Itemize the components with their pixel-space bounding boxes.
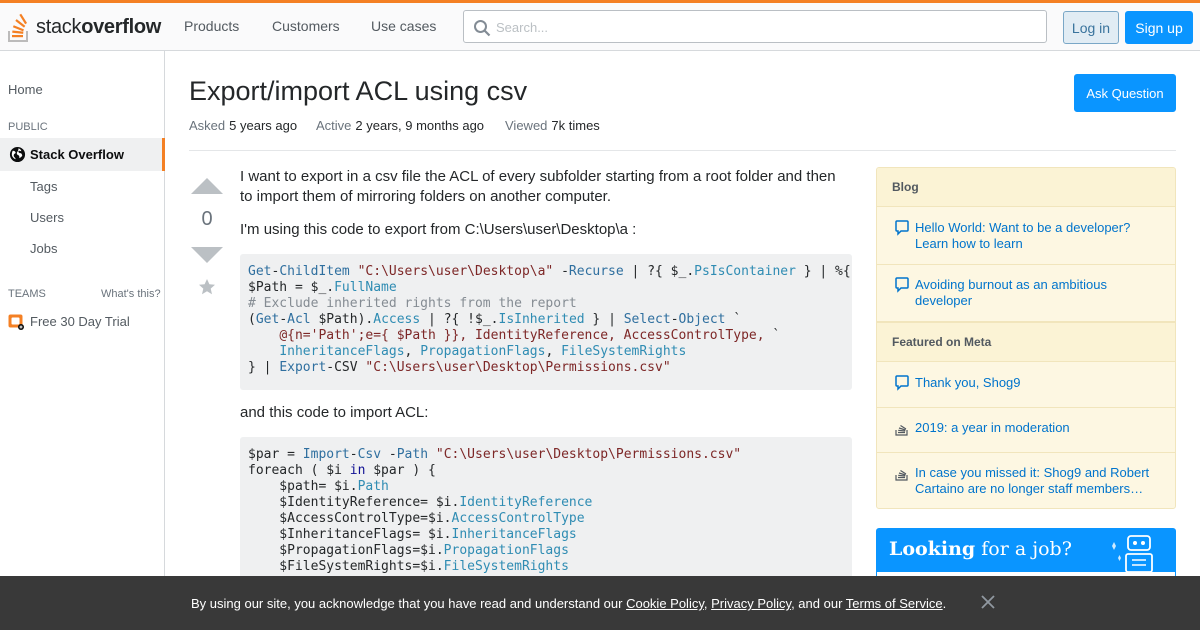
sidebar-item-jobs[interactable]: Jobs	[30, 241, 57, 256]
import-code-block: $par = Import-Csv -Path "C:\Users\user\D…	[240, 437, 852, 587]
question-title[interactable]: Export/import ACL using csv	[189, 76, 527, 107]
blog-meta-widget: Blog Hello World: Want to be a developer…	[876, 167, 1176, 509]
privacy-policy-link[interactable]: Privacy Policy	[711, 596, 791, 611]
upvote-arrow-icon[interactable]	[191, 177, 223, 195]
top-bar: stackoverflow Products Customers Use cas…	[0, 0, 1200, 51]
active-meta: Active 2 years, 9 months ago	[316, 118, 485, 133]
site-logo[interactable]: stackoverflow	[8, 11, 161, 43]
bookmark-star-icon[interactable]	[198, 278, 216, 296]
export-code-block: Get-ChildItem "C:\Users\user\Desktop\a" …	[240, 254, 852, 390]
blog-post-icon	[895, 277, 909, 293]
question-paragraph-2: I'm using this code to export from C:\Us…	[240, 221, 637, 238]
sidebar-item-free-trial[interactable]: Free 30 Day Trial	[8, 312, 130, 330]
globe-icon	[9, 146, 26, 163]
search-box[interactable]	[463, 10, 1047, 43]
stack-exchange-meta-icon	[895, 424, 908, 436]
robot-illustration-icon	[1112, 535, 1153, 573]
blog-heading: Blog	[877, 168, 1175, 207]
vote-count: 0	[201, 208, 213, 230]
blog-post-icon	[895, 220, 909, 236]
cookie-text: By using our site, you acknowledge that …	[191, 596, 947, 611]
sidebar-item-users[interactable]: Users	[30, 210, 64, 225]
search-input[interactable]	[496, 17, 1036, 37]
whats-this-link[interactable]: What's this?	[101, 288, 161, 300]
close-icon[interactable]	[981, 595, 995, 609]
cookie-banner: By using our site, you acknowledge that …	[0, 576, 1200, 630]
meta-post-icon	[895, 375, 909, 391]
asked-meta: Asked 5 years ago	[189, 118, 298, 133]
stack-exchange-meta-icon	[895, 469, 908, 481]
job-ad-title: Looking for a job?	[889, 538, 1072, 560]
sidebar-item-home[interactable]: Home	[8, 82, 43, 97]
cookie-policy-link[interactable]: Cookie Policy	[626, 596, 704, 611]
sidebar-item-tags[interactable]: Tags	[30, 179, 57, 194]
blog-item[interactable]: Avoiding burnout as an ambitious develop…	[877, 265, 1175, 322]
featured-meta-heading: Featured on Meta	[877, 322, 1175, 362]
sidebar-item-stack-overflow[interactable]: Stack Overflow	[0, 138, 165, 171]
viewed-meta: Viewed 7k times	[505, 118, 600, 133]
signup-button[interactable]: Sign up	[1125, 11, 1193, 44]
stack-overflow-logo-icon	[8, 13, 28, 42]
downvote-arrow-icon[interactable]	[191, 246, 223, 264]
search-icon	[474, 20, 491, 37]
nav-products[interactable]: Products	[184, 18, 239, 34]
nav-customers[interactable]: Customers	[272, 18, 340, 34]
blog-item[interactable]: Hello World: Want to be a developer? Lea…	[877, 208, 1175, 265]
terms-of-service-link[interactable]: Terms of Service	[846, 596, 943, 611]
sidebar-section-teams: TEAMS	[8, 288, 46, 300]
left-sidebar: Home PUBLIC Stack Overflow Tags Users Jo…	[0, 51, 165, 630]
meta-item[interactable]: Thank you, Shog9	[877, 363, 1175, 408]
question-paragraph-3: and this code to import ACL:	[240, 404, 429, 421]
teams-briefcase-icon	[8, 314, 24, 330]
login-button[interactable]: Log in	[1063, 11, 1119, 44]
meta-item[interactable]: In case you missed it: Shog9 and Robert …	[877, 453, 1175, 508]
nav-use-cases[interactable]: Use cases	[371, 18, 436, 34]
ask-question-button[interactable]: Ask Question	[1074, 74, 1176, 112]
meta-item[interactable]: 2019: a year in moderation	[877, 408, 1175, 453]
divider	[189, 150, 1176, 151]
sidebar-section-public: PUBLIC	[8, 121, 48, 133]
question-paragraph-1: I want to export in a csv file the ACL o…	[240, 168, 836, 205]
logo-text: stackoverflow	[36, 15, 162, 38]
